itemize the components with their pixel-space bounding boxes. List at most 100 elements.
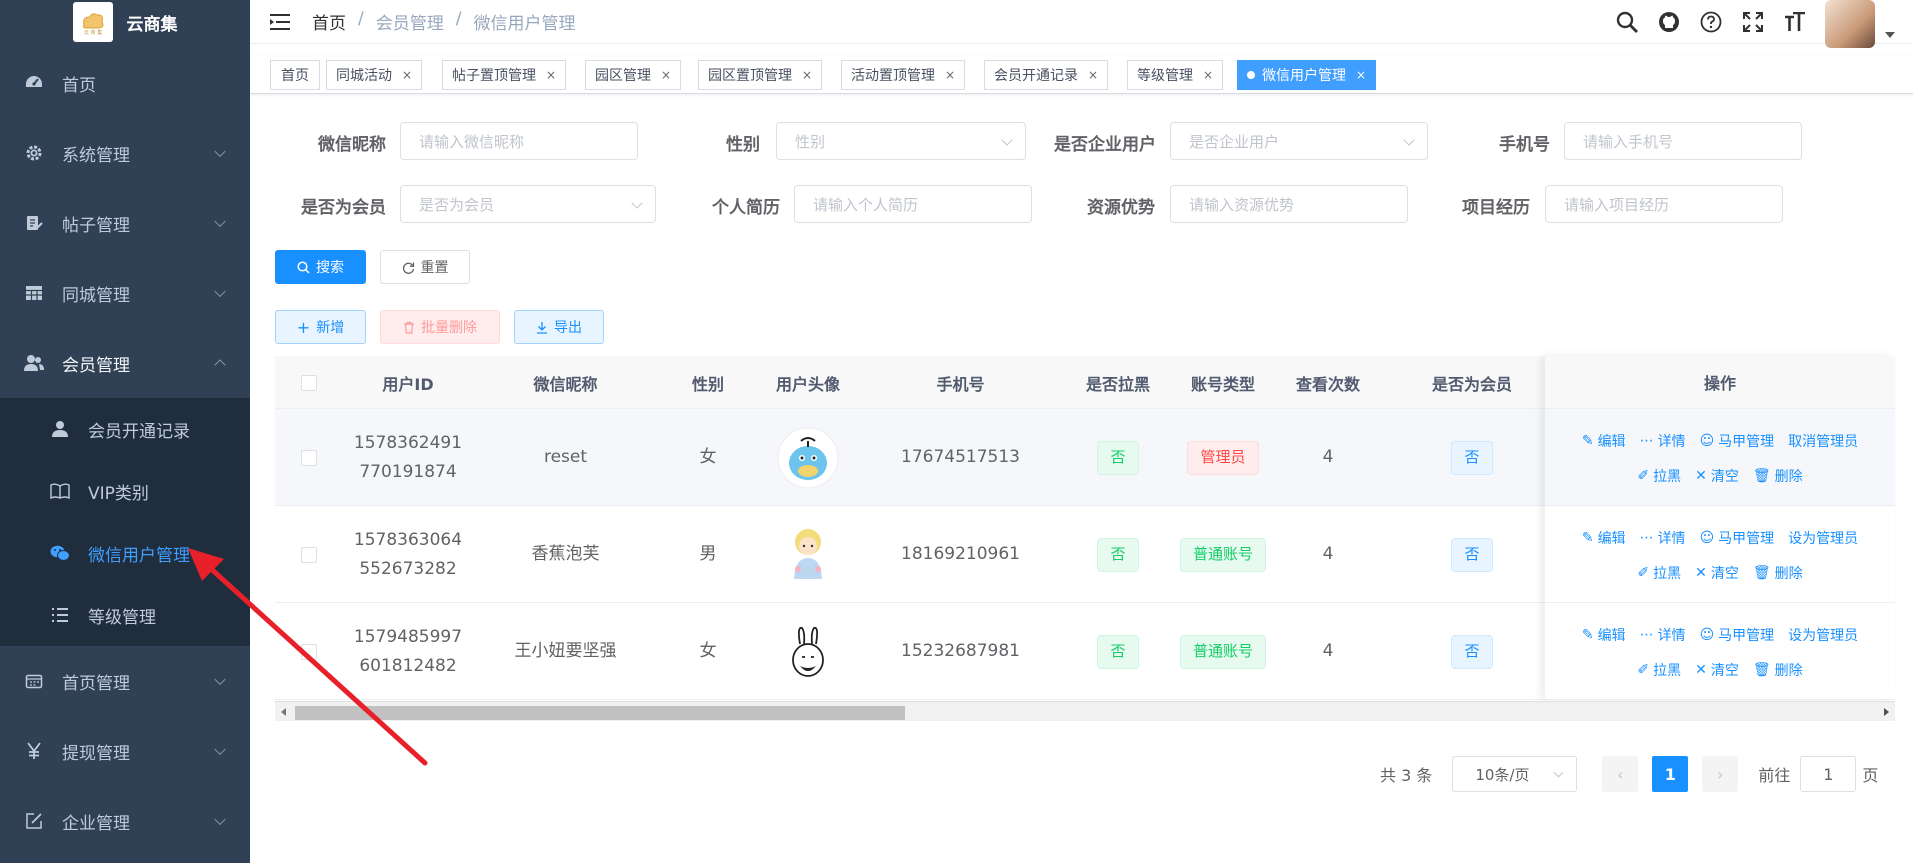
search-button[interactable]: 搜索 — [275, 250, 366, 284]
github-icon[interactable] — [1657, 10, 1681, 34]
tag-wechat-users[interactable]: 微信用户管理 × — [1237, 60, 1377, 90]
user-avatar-image[interactable] — [777, 427, 839, 489]
user-avatar-image[interactable] — [783, 624, 833, 680]
edit-link[interactable]: ✎ 编辑 — [1582, 431, 1626, 451]
close-icon[interactable]: × — [1356, 68, 1366, 82]
search-icon[interactable] — [1615, 10, 1639, 34]
block-link[interactable]: ✐ 拉黑 — [1637, 563, 1681, 583]
enterprise-select[interactable]: 是否企业用户 — [1170, 122, 1428, 160]
select-all-checkbox[interactable] — [301, 374, 317, 391]
scroll-left-arrow-icon[interactable] — [281, 708, 286, 716]
account-type-cell: 管理员 — [1173, 409, 1273, 506]
phone-input[interactable]: 请输入手机号 — [1564, 122, 1802, 160]
member-select[interactable]: 是否为会员 — [400, 185, 656, 223]
tag-levels[interactable]: 等级管理 × — [1127, 60, 1224, 90]
navbar-right — [1615, 0, 1913, 48]
user-avatar-image[interactable] — [777, 524, 839, 586]
sidebar-item-member-records[interactable]: 会员开通记录 — [0, 398, 250, 460]
delete-link[interactable]: 🗑 删除 — [1753, 563, 1803, 583]
sidebar-item-vip-types[interactable]: VIP类别 — [0, 460, 250, 522]
admin-toggle-link[interactable]: 设为管理员 — [1788, 625, 1858, 645]
reset-button[interactable]: 重置 — [380, 250, 470, 284]
caret-down-icon[interactable] — [1885, 32, 1895, 38]
logo[interactable]: 云 商 集 云商集 — [0, 0, 250, 44]
clear-link[interactable]: ✕ 清空 — [1695, 660, 1739, 680]
tag-city-activity[interactable]: 同城活动 × — [326, 60, 423, 90]
admin-toggle-link[interactable]: 取消管理员 — [1788, 431, 1858, 451]
close-icon[interactable]: × — [802, 68, 812, 82]
edit-link[interactable]: ✎ 编辑 — [1582, 528, 1626, 548]
admin-toggle-link[interactable]: 设为管理员 — [1788, 528, 1858, 548]
hamburger-icon[interactable] — [270, 11, 292, 33]
batch-delete-button[interactable]: 批量删除 — [380, 310, 500, 344]
page-number-current[interactable]: 1 — [1652, 756, 1689, 792]
tag-member-records[interactable]: 会员开通记录 × — [984, 60, 1109, 90]
menu-item-homepage-mgmt[interactable]: 首页管理 — [0, 646, 250, 716]
experience-input[interactable]: 请输入项目经历 — [1545, 185, 1783, 223]
scroll-right-arrow-icon[interactable] — [1884, 708, 1889, 716]
menu-item-home[interactable]: 首页 — [0, 48, 250, 118]
vest-link[interactable]: ☺ 马甲管理 — [1700, 625, 1775, 645]
detail-link[interactable]: ⋯ 详情 — [1640, 528, 1686, 548]
close-icon[interactable]: × — [661, 68, 671, 82]
breadcrumb-item-home[interactable]: 首页 — [312, 9, 346, 34]
vest-label: 马甲管理 — [1718, 628, 1775, 644]
goto-page-input[interactable]: 1 — [1800, 756, 1857, 792]
operations-line: ✐ 拉黑 ✕ 清空 🗑 删除 — [1545, 466, 1895, 486]
close-icon[interactable]: × — [1203, 68, 1213, 82]
vest-link[interactable]: ☺ 马甲管理 — [1700, 528, 1775, 548]
menu-item-label: 帖子管理 — [62, 215, 130, 236]
delete-link[interactable]: 🗑 删除 — [1753, 466, 1803, 486]
nickname-input[interactable]: 请输入微信昵称 — [400, 122, 638, 160]
menu-item-enterprise[interactable]: 企业管理 — [0, 786, 250, 856]
menu-item-members[interactable]: 会员管理 — [0, 328, 250, 398]
resume-input[interactable]: 请输入个人简历 — [794, 185, 1032, 223]
advantage-input[interactable]: 请输入资源优势 — [1170, 185, 1408, 223]
row-checkbox[interactable] — [301, 449, 317, 466]
add-button[interactable]: + 新增 — [275, 310, 366, 344]
menu-item-withdraw[interactable]: 提现管理 — [0, 716, 250, 786]
menu-item-city[interactable]: 同城管理 — [0, 258, 250, 328]
sidebar-item-levels[interactable]: 等级管理 — [0, 584, 250, 646]
fullscreen-icon[interactable] — [1741, 10, 1765, 34]
export-button[interactable]: 导出 — [514, 310, 604, 344]
next-page-button[interactable]: › — [1702, 756, 1739, 792]
menu-item-system[interactable]: 系统管理 — [0, 118, 250, 188]
tag-park-top[interactable]: 园区置顶管理 × — [698, 60, 823, 90]
close-icon[interactable]: × — [945, 68, 955, 82]
block-link[interactable]: ✐ 拉黑 — [1637, 466, 1681, 486]
close-icon[interactable]: × — [1088, 68, 1098, 82]
delete-link[interactable]: 🗑 删除 — [1753, 660, 1803, 680]
page-size-select[interactable]: 10条/页 — [1452, 756, 1578, 792]
breadcrumb-separator: / — [358, 9, 364, 29]
row-checkbox[interactable] — [301, 546, 317, 563]
scrollbar-thumb[interactable] — [295, 706, 905, 720]
close-icon[interactable]: × — [546, 68, 556, 82]
edit-icon: ✎ — [1581, 627, 1594, 643]
tag-activity-top[interactable]: 活动置顶管理 × — [841, 60, 966, 90]
menu-item-label: 提现管理 — [62, 743, 130, 764]
horizontal-scrollbar[interactable] — [275, 701, 1895, 721]
chevron-down-icon — [214, 285, 226, 298]
gender-select[interactable]: 性别 — [776, 122, 1026, 160]
tag-post-top[interactable]: 帖子置顶管理 × — [442, 60, 567, 90]
text-size-icon[interactable] — [1783, 10, 1807, 34]
detail-link[interactable]: ⋯ 详情 — [1640, 431, 1686, 451]
vest-link[interactable]: ☺ 马甲管理 — [1700, 431, 1775, 451]
prev-page-button[interactable]: ‹ — [1602, 756, 1639, 792]
user-avatar[interactable] — [1825, 0, 1875, 48]
tag-park[interactable]: 园区管理 × — [585, 60, 682, 90]
tag-home[interactable]: 首页 — [270, 60, 320, 90]
page-size-value: 10条/页 — [1475, 765, 1530, 784]
menu-item-posts[interactable]: 帖子管理 — [0, 188, 250, 258]
clear-link[interactable]: ✕ 清空 — [1695, 466, 1739, 486]
sidebar-item-wechat-users[interactable]: 微信用户管理 — [0, 522, 250, 584]
clear-link[interactable]: ✕ 清空 — [1695, 563, 1739, 583]
pen-icon: ✐ — [1637, 662, 1650, 678]
row-checkbox[interactable] — [301, 643, 317, 660]
question-icon[interactable] — [1699, 10, 1723, 34]
detail-link[interactable]: ⋯ 详情 — [1640, 625, 1686, 645]
close-icon[interactable]: × — [402, 68, 412, 82]
block-link[interactable]: ✐ 拉黑 — [1637, 660, 1681, 680]
edit-link[interactable]: ✎ 编辑 — [1582, 625, 1626, 645]
